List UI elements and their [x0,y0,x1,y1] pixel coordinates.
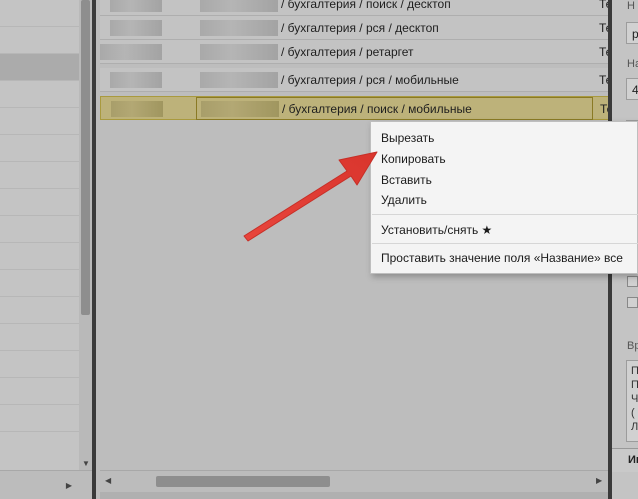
menu-separator [372,243,638,244]
left-horizontal-scrollbar[interactable]: ▶ [0,470,92,499]
menu-separator [372,214,638,215]
text-line: Ч [631,393,638,405]
blurred-cell [100,44,162,60]
campaign-path-cell: / бухгалтерия / поиск / мобильные [282,102,472,116]
scroll-right-arrow-icon[interactable]: ▶ [66,481,72,490]
text-line: П [631,365,638,377]
panel-footer: Ин [612,448,638,472]
blurred-cell [110,72,162,88]
status-strip [100,492,608,499]
menu-item-copy[interactable]: Копировать [381,152,446,166]
text-field-value: 4 [632,83,638,97]
scroll-right-arrow-icon[interactable]: ▶ [596,476,602,485]
left-vertical-scrollbar[interactable]: ▼ [79,0,92,470]
campaign-path-cell: / бухгалтерия / рся / мобильные [281,73,459,87]
menu-item-cut[interactable]: Вырезать [381,131,434,145]
blurred-cell [200,72,278,88]
blurred-cell [200,44,278,60]
scrollbar-thumb[interactable] [81,0,90,315]
blurred-cell [111,101,163,117]
footer-label: Ин [628,454,638,466]
app-window: ▼ ▶ / бухгалтерия / поиск / десктоп Те /… [0,0,638,499]
left-list-panel: ▼ ▶ [0,0,96,499]
text-field[interactable]: р [626,22,638,44]
blurred-cell [110,0,162,12]
menu-item-delete[interactable]: Удалить [381,193,427,207]
table-row[interactable]: / бухгалтерия / рся / десктоп Те [100,16,612,40]
field-label: Н [627,0,635,12]
table-row[interactable]: / бухгалтерия / рся / мобильные Те [100,68,612,92]
text-field[interactable]: 4 [626,78,638,100]
campaign-path-cell: / бухгалтерия / рся / десктоп [281,21,439,35]
text-field-value: р [632,27,638,41]
campaign-path-cell: / бухгалтерия / ретаргет [281,45,414,59]
main-horizontal-scrollbar[interactable]: ◀ ▶ [100,470,608,492]
scroll-left-arrow-icon[interactable]: ◀ [105,476,111,485]
table-row[interactable]: / бухгалтерия / поиск / десктоп Те [100,0,612,16]
field-label: На [627,58,638,70]
checkbox[interactable] [627,276,638,287]
text-line: ( [631,407,635,419]
text-line: Л [631,421,638,433]
blurred-cell [200,0,278,12]
text-line: П [631,379,638,391]
blurred-cell [110,20,162,36]
scrollbar-thumb[interactable] [156,476,330,487]
table-row-selected[interactable]: / бухгалтерия / поиск / мобильные Те [100,96,613,120]
checkbox[interactable] [627,297,638,308]
scroll-down-arrow-icon[interactable]: ▼ [82,459,90,468]
blurred-cell [200,20,278,36]
context-menu: Вырезать Копировать Вставить Удалить Уст… [370,121,638,274]
text-area[interactable]: П П Ч ( Л [626,360,638,442]
menu-item-toggle-star[interactable]: Установить/снять ★ [381,223,492,237]
field-label: Вр [627,340,638,352]
menu-item-set-name-value[interactable]: Проставить значение поля «Название» все [381,251,623,265]
menu-item-paste[interactable]: Вставить [381,173,432,187]
table-row[interactable]: / бухгалтерия / ретаргет Те [100,40,612,64]
campaign-path-cell: / бухгалтерия / поиск / десктоп [281,0,451,11]
